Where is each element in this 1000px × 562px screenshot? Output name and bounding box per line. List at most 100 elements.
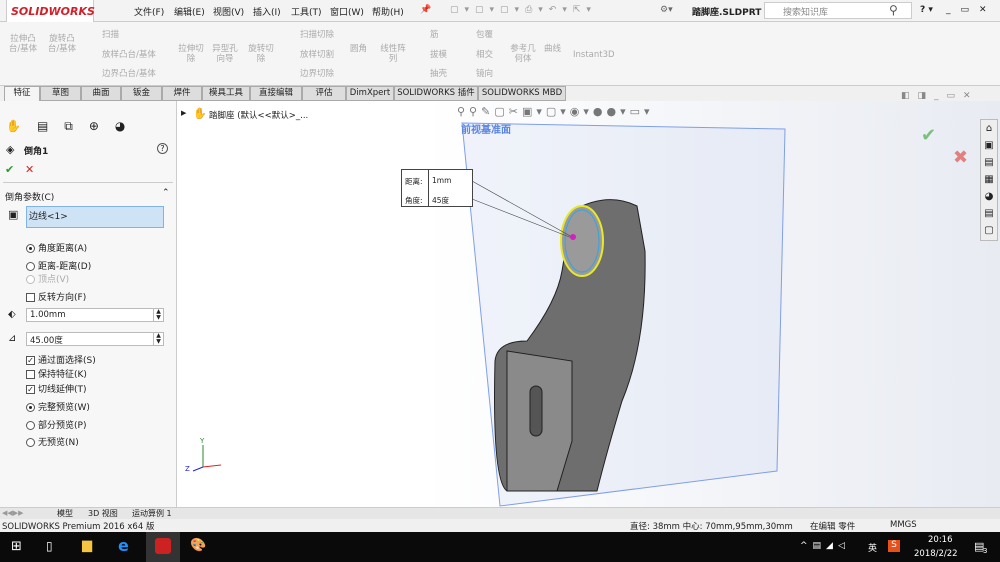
loft-cut-button[interactable]: 放样切割	[300, 50, 334, 60]
callout-angle-value[interactable]: 45度	[432, 195, 449, 206]
tab-solidworks-mbd[interactable]: SOLIDWORKS MBD	[478, 86, 566, 101]
boundary-cut-button[interactable]: 边界切除	[300, 69, 334, 79]
start-icon[interactable]: ⊞	[11, 539, 22, 554]
draft-button[interactable]: 拔模	[430, 50, 447, 60]
tab-model[interactable]: 模型	[57, 508, 73, 519]
window-controls[interactable]: _▭✕	[946, 5, 997, 15]
feature-ribbon: 拉伸凸台/基体 旋转凸台/基体 扫描 放样凸台/基体 边界凸台/基体 拉伸切除 …	[0, 22, 1000, 86]
file-explorer-icon[interactable]: ▆	[82, 538, 92, 553]
tab-scroll-arrows[interactable]: ◀◀▶▶	[2, 509, 24, 517]
hole-wizard-button[interactable]: 异型孔向导	[210, 44, 240, 64]
boundary-boss-button[interactable]: 边界凸台/基体	[102, 69, 156, 79]
tab-motion-study[interactable]: 运动算例 1	[132, 508, 172, 519]
distance-input[interactable]: 1.00mm ▲ ▼	[26, 308, 164, 322]
section-header[interactable]: 倒角参数(C)	[5, 190, 54, 203]
manager-tabs[interactable]: ✋▤⧉⊕◕	[0, 119, 147, 137]
search-box[interactable]: 搜索知识库 ⚲	[764, 2, 912, 19]
reference-geometry-button[interactable]: 参考几何体	[508, 44, 538, 64]
extrude-boss-button[interactable]: 拉伸凸台/基体	[6, 34, 40, 54]
instant3d-button[interactable]: Instant3D	[573, 50, 615, 60]
shell-button[interactable]: 抽壳	[430, 69, 447, 79]
tangent-propagation-checkbox[interactable]: ✓ 切线延伸(T)	[26, 382, 87, 395]
paint-icon[interactable]: 🎨	[190, 538, 206, 553]
viewport-window-controls[interactable]: ◧◨_▭✕	[901, 91, 979, 101]
selected-edge-preview	[560, 205, 604, 277]
solidworks-logo[interactable]: SOLIDWORKS	[6, 0, 95, 24]
keep-features-checkbox[interactable]: 保持特征(K)	[26, 367, 87, 380]
cancel-button[interactable]: ✕	[25, 163, 34, 176]
title-bar: SOLIDWORKS 文件(F) 编辑(E) 视图(V) 插入(I) 工具(T)…	[0, 0, 1000, 24]
menu-edit[interactable]: 编辑(E)	[174, 5, 205, 18]
help-icon[interactable]: ?	[157, 143, 168, 154]
angle-input[interactable]: 45.00度 ▲ ▼	[26, 332, 164, 346]
select-through-faces-checkbox[interactable]: ✓ 通过面选择(S)	[26, 353, 96, 366]
radio-partial-preview[interactable]: 部分预览(P)	[26, 418, 86, 431]
ime-indicator[interactable]: 英	[868, 541, 877, 554]
menu-view[interactable]: 视图(V)	[213, 5, 244, 18]
mirror-button[interactable]: 镜向	[476, 69, 493, 79]
pin-icon[interactable]: 📌	[420, 5, 431, 15]
solidworks-taskbar-icon[interactable]	[146, 532, 180, 562]
callout-distance-value[interactable]: 1mm	[432, 176, 451, 185]
revolve-cut-button[interactable]: 旋转切除	[246, 44, 276, 64]
reverse-direction-checkbox[interactable]: 反转方向(F)	[26, 290, 86, 303]
task-pane-tabs[interactable]: ⌂ ▣ ▤ ▦ ◕ ▤ ▢	[980, 119, 998, 241]
tab-dimxpert[interactable]: DimXpert	[346, 86, 394, 101]
radio-no-preview[interactable]: 无预览(N)	[26, 435, 79, 448]
ok-button[interactable]: ✔	[5, 163, 14, 176]
radio-angle-distance[interactable]: 角度距离(A)	[26, 241, 87, 254]
menu-help[interactable]: 帮助(H)	[372, 5, 404, 18]
menu-insert[interactable]: 插入(I)	[253, 5, 281, 18]
tab-features[interactable]: 特征	[4, 86, 40, 101]
graphics-viewport[interactable]: ▶ ✋ 踏脚座 (默认<<默认>_... ⚲⚲✎▢✂▣▾▢▾◉▾●●▾▭▾ ◧◨…	[177, 91, 1000, 507]
linear-pattern-button[interactable]: 线性阵列	[378, 44, 408, 64]
menu-file[interactable]: 文件(F)	[134, 5, 164, 18]
clock-date[interactable]: 2018/2/22	[914, 549, 958, 559]
tab-sheet-metal[interactable]: 钣金	[121, 86, 162, 101]
clock-time[interactable]: 20:16	[928, 535, 953, 545]
distance-spinner[interactable]: ▲ ▼	[153, 309, 163, 321]
chamfer-icon: ◈	[6, 143, 15, 156]
tab-weldments[interactable]: 焊件	[162, 86, 202, 101]
tab-direct-editing[interactable]: 直接编辑	[250, 86, 302, 101]
sweep-cut-button[interactable]: 扫描切除	[300, 30, 334, 40]
tab-3d-views[interactable]: 3D 视图	[88, 508, 118, 519]
quick-access-icons[interactable]: ▢▾▢▾▢▾⎙▾↶▾⇱▾	[450, 5, 597, 15]
radio-full-preview[interactable]: 完整预览(W)	[26, 400, 90, 413]
tab-solidworks-addins[interactable]: SOLIDWORKS 插件	[394, 86, 478, 101]
collapse-icon[interactable]: ⌃	[162, 188, 170, 198]
radio-vertex[interactable]: 顶点(V)	[26, 272, 69, 285]
radio-distance-distance[interactable]: 距离-距离(D)	[26, 259, 91, 272]
confirm-corner-ok[interactable]: ✔	[921, 125, 936, 146]
task-view-icon[interactable]: ▯	[46, 539, 53, 553]
chamfer-callout[interactable]: 距离: 1mm 角度: 45度	[401, 169, 473, 207]
tab-surfaces[interactable]: 曲面	[81, 86, 121, 101]
wrap-button[interactable]: 包覆	[476, 30, 493, 40]
loft-button[interactable]: 放样凸台/基体	[102, 50, 156, 60]
intersect-button[interactable]: 相交	[476, 50, 493, 60]
status-units[interactable]: MMGS	[890, 520, 917, 530]
bottom-tab-bar: ◀◀▶▶ 模型 3D 视图 运动算例 1	[0, 507, 1000, 519]
revolve-boss-button[interactable]: 旋转凸台/基体	[44, 34, 80, 54]
angle-spinner[interactable]: ▲ ▼	[153, 333, 163, 345]
rib-button[interactable]: 筋	[430, 30, 439, 40]
gear-icon[interactable]: ⚙▾	[660, 5, 673, 15]
menu-window[interactable]: 窗口(W)	[330, 5, 364, 18]
help-icon[interactable]: ? ▾	[920, 5, 933, 15]
sweep-button[interactable]: 扫描	[102, 30, 119, 40]
svg-text:Y: Y	[199, 437, 205, 445]
curves-button[interactable]: 曲线	[544, 44, 561, 54]
tab-mold-tools[interactable]: 模具工具	[202, 86, 250, 101]
confirm-corner-cancel[interactable]: ✖	[953, 147, 968, 168]
system-tray-icons[interactable]: ^▤◢◁	[800, 541, 850, 551]
search-icon[interactable]: ⚲	[889, 3, 898, 17]
edges-selection-box[interactable]: 边线<1>	[26, 206, 164, 228]
sogou-icon[interactable]: S	[888, 540, 900, 552]
tab-sketch[interactable]: 草图	[40, 86, 81, 101]
extrude-cut-button[interactable]: 拉伸切除	[176, 44, 206, 64]
edge-browser-icon[interactable]: e	[118, 536, 129, 555]
menu-tools[interactable]: 工具(T)	[291, 5, 322, 18]
fillet-button[interactable]: 圆角	[350, 44, 367, 54]
tab-evaluate[interactable]: 评估	[302, 86, 346, 101]
search-input[interactable]: 搜索知识库	[783, 5, 828, 18]
